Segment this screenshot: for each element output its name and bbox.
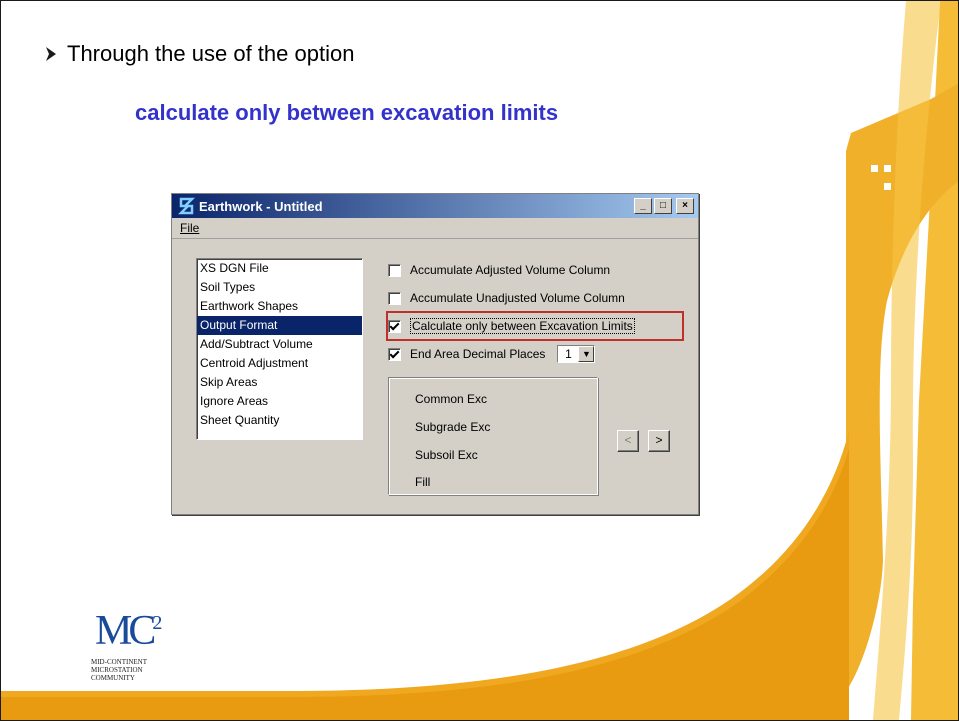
- option-label: End Area Decimal Places: [410, 347, 546, 361]
- column-item[interactable]: Subsoil Exc: [415, 448, 478, 462]
- window-title: Earthwork - Untitled: [199, 198, 323, 214]
- next-button[interactable]: >: [648, 430, 670, 452]
- list-item[interactable]: Soil Types: [197, 278, 362, 297]
- column-item[interactable]: Fill: [415, 475, 430, 489]
- end-area-decimal-option[interactable]: End Area Decimal Places 1 ▼: [388, 345, 596, 363]
- logo-text: Mid-Continent MicroStation Community: [91, 658, 147, 682]
- app-logo-icon: [178, 197, 196, 215]
- checkbox-checked[interactable]: [388, 347, 401, 361]
- accumulate-unadjusted-option[interactable]: Accumulate Unadjusted Volume Column: [388, 291, 625, 305]
- list-item[interactable]: Skip Areas: [197, 373, 362, 392]
- list-item[interactable]: XS DGN File: [197, 259, 362, 278]
- decimal-places-value: 1: [565, 347, 572, 361]
- slide: Through the use of the option calculate …: [0, 0, 959, 721]
- previous-button[interactable]: <: [617, 430, 639, 452]
- list-item[interactable]: Ignore Areas: [197, 392, 362, 411]
- title-bar[interactable]: Earthwork - Untitled _ □ ×: [172, 194, 698, 218]
- output-columns-group: Common Exc Subgrade Exc Subsoil Exc Fill: [388, 377, 598, 495]
- chevron-down-icon[interactable]: ▼: [578, 346, 595, 362]
- menu-bar: File: [172, 218, 698, 239]
- list-item[interactable]: Add/Subtract Volume: [197, 335, 362, 354]
- checkbox[interactable]: [388, 291, 401, 305]
- column-item[interactable]: Common Exc: [415, 392, 487, 406]
- list-item[interactable]: Earthwork Shapes: [197, 297, 362, 316]
- checkbox[interactable]: [388, 263, 401, 277]
- bullet-line: Through the use of the option: [45, 41, 354, 67]
- earthwork-dialog: Earthwork - Untitled _ □ × File XS DGN F…: [171, 193, 699, 515]
- arrow-bullet-icon: [46, 47, 56, 61]
- mc2-logo: MC2 Mid-Continent MicroStation Community: [87, 567, 215, 689]
- red-highlight-box: [386, 311, 684, 341]
- menu-file[interactable]: File: [180, 221, 199, 235]
- list-item[interactable]: Sheet Quantity: [197, 411, 362, 430]
- bullet-text: Through the use of the option: [67, 41, 355, 66]
- column-item[interactable]: Subgrade Exc: [415, 420, 490, 434]
- option-label: Accumulate Adjusted Volume Column: [410, 263, 611, 277]
- accumulate-adjusted-option[interactable]: Accumulate Adjusted Volume Column: [388, 263, 610, 277]
- list-item-selected[interactable]: Output Format: [197, 316, 362, 335]
- subheading: calculate only between excavation limits: [135, 100, 559, 125]
- option-label: Accumulate Unadjusted Volume Column: [410, 291, 625, 305]
- category-listbox[interactable]: XS DGN File Soil Types Earthwork Shapes …: [196, 258, 363, 440]
- logo-mark: MC2: [95, 608, 162, 654]
- decimal-places-select[interactable]: 1 ▼: [557, 345, 596, 363]
- maximize-button[interactable]: □: [654, 198, 672, 214]
- list-item[interactable]: Centroid Adjustment: [197, 354, 362, 373]
- close-button[interactable]: ×: [676, 198, 694, 214]
- minimize-button[interactable]: _: [634, 198, 652, 214]
